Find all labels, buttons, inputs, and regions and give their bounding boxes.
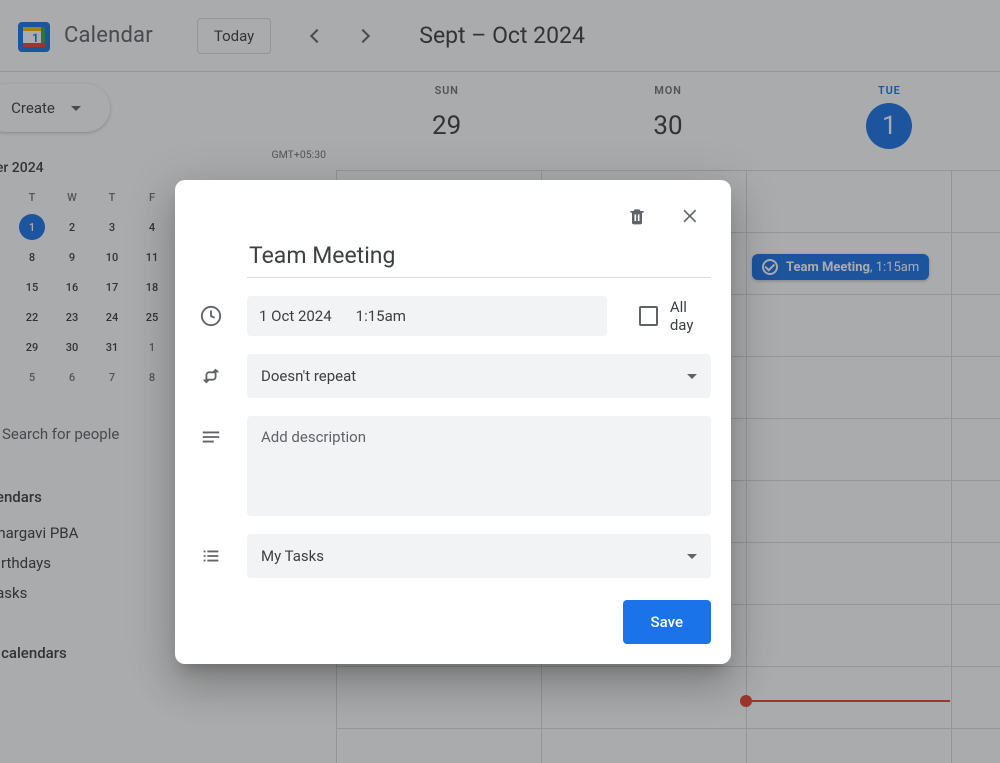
modal-scrim[interactable]: 1 Oct 2024 1:15am All day Doesn't repeat [0, 0, 1000, 763]
all-day-toggle[interactable]: All day [639, 298, 711, 334]
event-title-input[interactable] [247, 236, 711, 278]
chevron-down-icon [687, 554, 697, 559]
chevron-down-icon [687, 374, 697, 379]
description-input[interactable] [247, 416, 711, 516]
list-icon [195, 545, 227, 567]
delete-button[interactable] [617, 196, 657, 236]
all-day-label: All day [670, 298, 711, 334]
recurrence-select[interactable]: Doesn't repeat [247, 354, 711, 398]
close-button[interactable] [671, 196, 711, 236]
tasklist-select[interactable]: My Tasks [247, 534, 711, 578]
date-field[interactable]: 1 Oct 2024 [247, 296, 344, 336]
repeat-icon [195, 365, 227, 387]
close-icon [681, 206, 701, 226]
save-button[interactable]: Save [623, 600, 711, 644]
checkbox-icon [639, 306, 658, 326]
clock-icon [195, 305, 227, 327]
description-icon [195, 426, 227, 448]
tasklist-value: My Tasks [261, 547, 324, 565]
recurrence-value: Doesn't repeat [261, 367, 356, 385]
time-field[interactable]: 1:15am [344, 296, 418, 336]
task-editor-modal: 1 Oct 2024 1:15am All day Doesn't repeat [175, 180, 731, 664]
trash-icon [627, 206, 647, 226]
